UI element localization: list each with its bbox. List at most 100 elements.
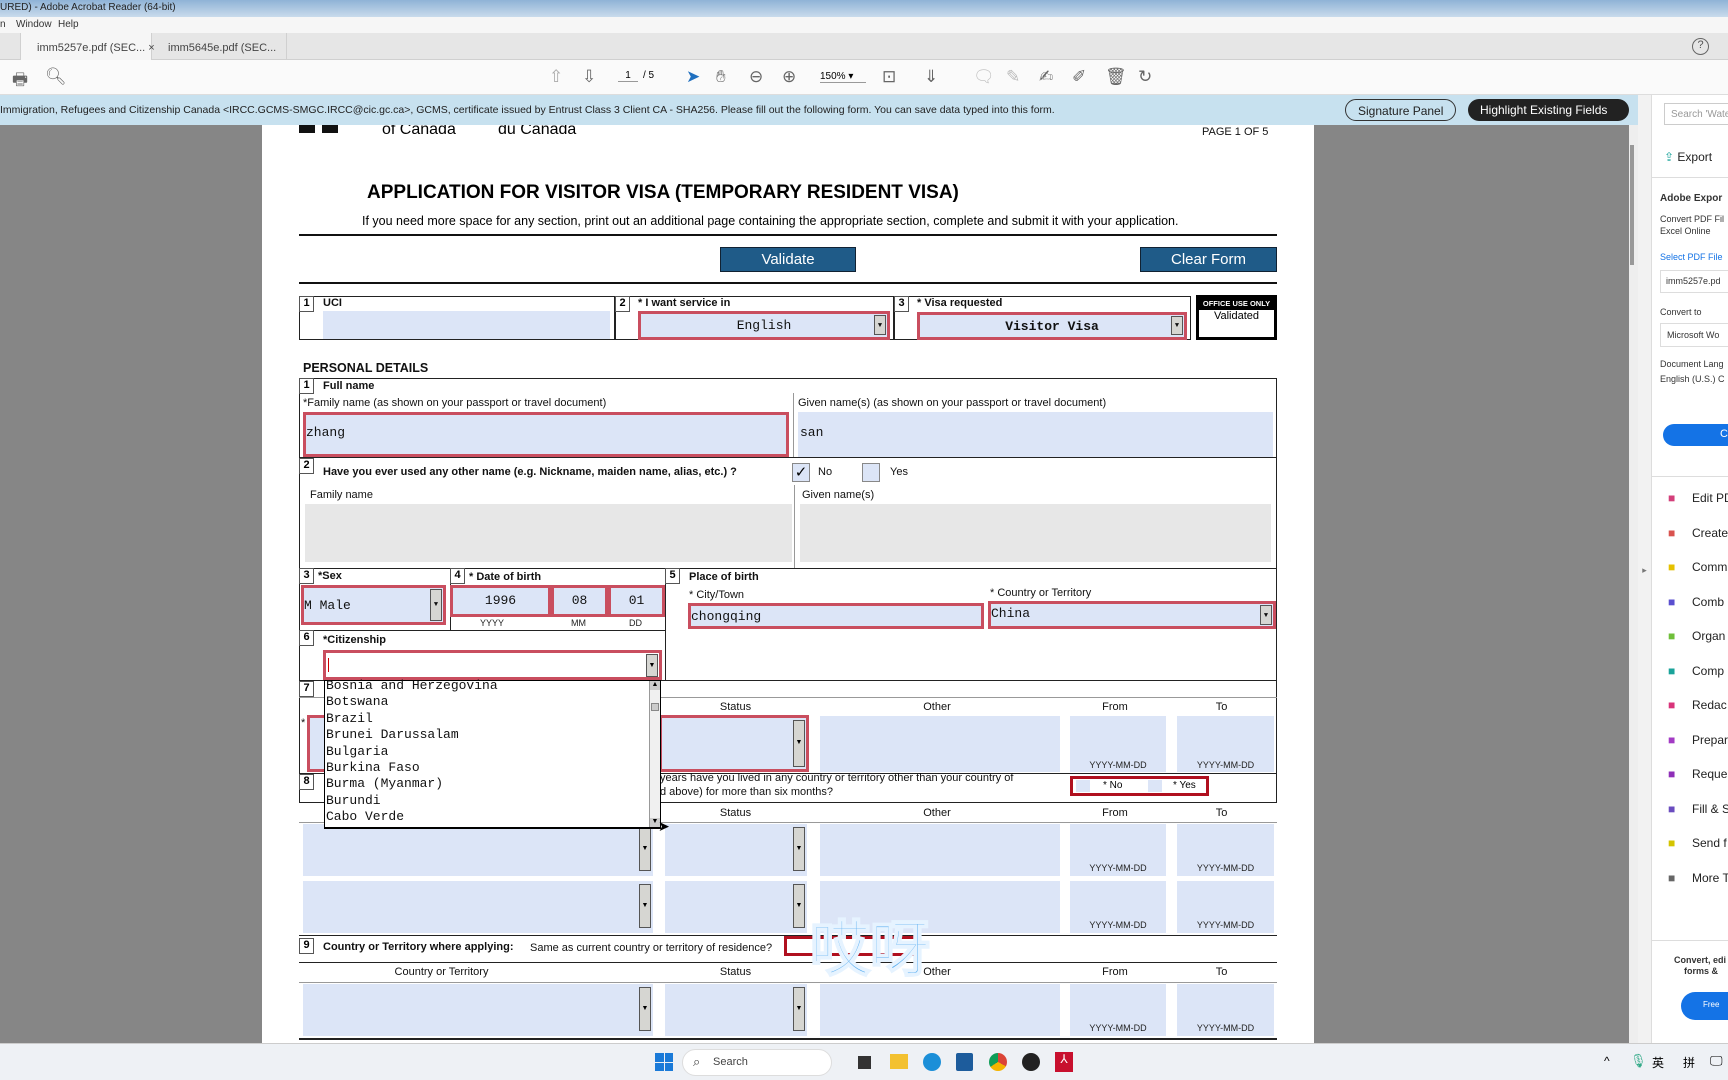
panel-toggle-icon[interactable]: ▸: [1638, 95, 1651, 1043]
windows-start-icon[interactable]: [655, 1053, 673, 1071]
tool-redact[interactable]: ■ Redac: [1668, 698, 1727, 712]
other-given-name-input[interactable]: [800, 504, 1271, 562]
tab-imm5257e[interactable]: imm5257e.pdf (SEC... ×: [20, 33, 155, 60]
family-name-input[interactable]: zhang: [303, 412, 789, 457]
dob-year-input[interactable]: 1996: [450, 585, 551, 617]
ime-language[interactable]: 英: [1652, 1054, 1664, 1071]
hand-tool-icon[interactable]: ✋︎: [716, 67, 726, 87]
dropdown-arrow-icon[interactable]: ▼: [639, 827, 651, 871]
file-explorer-icon[interactable]: [890, 1054, 908, 1069]
status-select[interactable]: ▼: [665, 984, 807, 1036]
clear-form-button[interactable]: Clear Form: [1140, 247, 1277, 272]
other-input[interactable]: [820, 984, 1060, 1036]
convert-button[interactable]: Co: [1663, 424, 1728, 446]
citizenship-option[interactable]: Botswana: [326, 694, 388, 709]
delete-icon[interactable]: 🗑︎: [1105, 67, 1127, 87]
export-pdf-tool[interactable]: ⇪ Export: [1664, 150, 1712, 164]
tool-organize[interactable]: ■ Organ: [1668, 629, 1725, 643]
other-name-no-checkbox[interactable]: ✓: [792, 463, 810, 482]
dropdown-arrow-icon[interactable]: ▼: [646, 654, 658, 677]
tool-fill-sign[interactable]: ■ Fill & S: [1668, 802, 1728, 816]
other-family-name-input[interactable]: [305, 504, 792, 562]
menu-help[interactable]: Help: [58, 19, 79, 30]
other-name-yes-checkbox[interactable]: [862, 463, 880, 482]
country-select[interactable]: ▼: [303, 881, 653, 933]
zoom-level-select[interactable]: 150% ▾: [820, 71, 866, 83]
chrome-icon[interactable]: [989, 1053, 1007, 1071]
dropdown-arrow-icon[interactable]: ▼: [793, 720, 805, 767]
citizenship-option[interactable]: Burundi: [326, 793, 381, 808]
prev-page-icon[interactable]: ⇧: [549, 67, 563, 87]
dropdown-arrow-icon[interactable]: ▼: [1171, 316, 1183, 335]
dropdown-arrow-icon[interactable]: ▼: [1260, 605, 1272, 625]
zoom-search-icon[interactable]: 🔍︎: [45, 67, 67, 87]
dob-day-input[interactable]: 01: [608, 585, 665, 617]
dropdown-arrow-icon[interactable]: ▼: [639, 884, 651, 928]
residence-status-select[interactable]: ▼: [659, 715, 809, 772]
uci-input[interactable]: [323, 311, 610, 339]
tool-combine[interactable]: ■ Comb: [1668, 595, 1724, 609]
ime-mode[interactable]: 拼: [1683, 1054, 1695, 1071]
highlight-icon[interactable]: ✎: [1006, 67, 1020, 87]
tool-send[interactable]: ■ Send f: [1668, 836, 1727, 850]
tool-compress[interactable]: ■ Comp: [1668, 664, 1724, 678]
store-icon[interactable]: [956, 1053, 973, 1071]
notification-icon[interactable]: 🖵: [1710, 1053, 1723, 1069]
to-input[interactable]: YYYY-MM-DD: [1177, 881, 1274, 933]
help-icon[interactable]: ?: [1692, 38, 1709, 55]
scrollbar-thumb[interactable]: [651, 703, 659, 711]
microphone-icon[interactable]: 🎙︎: [1630, 1053, 1647, 1069]
tool-create-pdf[interactable]: ■ Create: [1668, 526, 1728, 540]
dropdown-scrollbar[interactable]: ▲ ▼: [649, 681, 660, 827]
sex-select[interactable]: M Male ▼: [301, 585, 446, 625]
to-input[interactable]: YYYY-MM-DD: [1177, 984, 1274, 1036]
service-language-select[interactable]: English ▼: [638, 311, 890, 340]
select-cursor-icon[interactable]: ➤: [686, 67, 700, 87]
residence-other-input[interactable]: [820, 716, 1060, 772]
dob-month-input[interactable]: 08: [551, 585, 608, 617]
tool-more-tools[interactable]: ■ More T: [1668, 871, 1728, 885]
tool-prepare-form[interactable]: ■ Prepar: [1668, 733, 1728, 747]
given-name-input[interactable]: san: [798, 412, 1273, 457]
birth-country-select[interactable]: China ▼: [988, 601, 1276, 629]
zoom-out-icon[interactable]: ⊖: [749, 67, 763, 87]
from-input[interactable]: YYYY-MM-DD: [1070, 984, 1166, 1036]
task-view-icon[interactable]: [858, 1056, 871, 1069]
country-select[interactable]: ▼: [303, 824, 653, 876]
next-page-icon[interactable]: ⇩: [582, 67, 596, 87]
citizenship-option[interactable]: Bulgaria: [326, 744, 388, 759]
rotate-icon[interactable]: ↻: [1138, 67, 1152, 87]
citizenship-option[interactable]: Cabo Verde: [326, 809, 404, 824]
selected-file[interactable]: imm5257e.pd: [1660, 270, 1728, 293]
vertical-scrollbar[interactable]: [1629, 125, 1638, 1043]
other-input[interactable]: [820, 824, 1060, 876]
to-input[interactable]: YYYY-MM-DD: [1177, 824, 1274, 876]
page-number-input[interactable]: 1: [618, 70, 638, 82]
citizenship-option[interactable]: Bosnia and Herzegovina: [326, 678, 498, 693]
taskbar-search[interactable]: ⌕ Search: [682, 1049, 832, 1076]
menu-item[interactable]: n: [0, 19, 6, 30]
dropdown-arrow-icon[interactable]: ▼: [874, 315, 886, 335]
dropdown-arrow-icon[interactable]: ▼: [793, 884, 805, 928]
highlight-fields-button[interactable]: Highlight Existing Fields: [1468, 99, 1629, 121]
validate-button[interactable]: Validate: [720, 247, 856, 272]
country-select[interactable]: ▼: [303, 984, 653, 1036]
status-select[interactable]: ▼: [665, 824, 807, 876]
birth-city-input[interactable]: chongqing: [688, 603, 984, 629]
previous-countries-yes-radio[interactable]: [1148, 780, 1162, 792]
edit-icon[interactable]: ✐: [1072, 67, 1086, 87]
tray-overflow-icon[interactable]: ^: [1604, 1054, 1610, 1068]
from-input[interactable]: YYYY-MM-DD: [1070, 824, 1166, 876]
edge-icon[interactable]: [923, 1053, 941, 1071]
tool-edit-pdf[interactable]: ■ Edit PD: [1668, 491, 1728, 505]
citizenship-option[interactable]: Brazil: [326, 711, 373, 726]
visa-type-select[interactable]: Visitor Visa ▼: [917, 312, 1187, 340]
tab-imm5645e[interactable]: imm5645e.pdf (SEC...: [152, 33, 287, 60]
tool-request-sign[interactable]: ■ Reque: [1668, 767, 1727, 781]
tool-comment[interactable]: ■ Comm: [1668, 560, 1727, 574]
residence-to-input[interactable]: YYYY-MM-DD: [1177, 716, 1274, 772]
status-select[interactable]: ▼: [665, 881, 807, 933]
citizenship-option[interactable]: Burma (Myanmar): [326, 776, 443, 791]
app-icon[interactable]: [1022, 1053, 1040, 1071]
sign-icon[interactable]: ✍︎: [1039, 67, 1053, 87]
